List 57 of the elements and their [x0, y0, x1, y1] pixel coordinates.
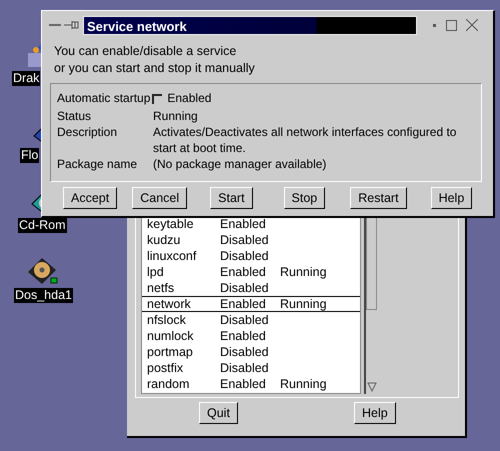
service-name[interactable]: postfix	[147, 361, 220, 375]
dialog-button[interactable]: Start	[210, 187, 253, 209]
field-label: Package name	[57, 156, 138, 172]
table-cell: Running	[280, 377, 327, 391]
dialog-button[interactable]: Accept	[63, 187, 118, 209]
maximize-icon[interactable]	[446, 20, 457, 30]
field-label: Description	[57, 124, 118, 141]
table-cell: Running	[280, 265, 327, 279]
table-cell-text: Disabled	[220, 313, 270, 327]
table-cell-text: Disabled	[220, 249, 270, 263]
table-cell-text: Enabled	[220, 265, 267, 279]
window-title: Service network	[83, 16, 417, 34]
dialog-button[interactable]: Stop	[284, 187, 326, 209]
table-cell-text: Enabled	[220, 217, 267, 231]
field-value: (No package manager available)	[153, 156, 328, 172]
table-cell-text: Enabled	[220, 329, 267, 343]
dialog-button[interactable]: Cancel	[132, 187, 188, 209]
dialog-button[interactable]: Restart	[350, 187, 407, 209]
table-cell-text: Disabled	[220, 345, 270, 359]
scroll-down-icon[interactable]	[367, 382, 377, 392]
field-value: Running	[153, 108, 199, 124]
table-cell-text: Disabled	[220, 233, 270, 247]
hard-disk-icon[interactable]	[26, 256, 60, 286]
table-cell-text: Enabled	[220, 377, 267, 391]
field-value: Activates/Deactivates all network interfaces configured to start at boot time.	[153, 124, 458, 156]
service-name[interactable]: portmap	[147, 345, 220, 359]
close-icon[interactable]	[466, 19, 478, 31]
service-name[interactable]: kudzu	[147, 233, 220, 247]
minimize-icon[interactable]	[49, 23, 61, 27]
service-name[interactable]: netfs	[147, 281, 220, 295]
intro-text: or you can start and stop it manually	[54, 60, 256, 77]
service-name[interactable]: keytable	[147, 217, 220, 231]
icon-label[interactable]: Drak	[12, 71, 40, 86]
dialog-button[interactable]: Help	[354, 402, 396, 424]
field-label: Automatic startup	[57, 90, 150, 106]
field-label: Status	[57, 108, 92, 124]
icon-label[interactable]: Cd-Rom	[18, 218, 67, 233]
selected-row[interactable]: network Enabled Running	[142, 296, 360, 312]
service-name[interactable]: random	[147, 377, 220, 391]
dialog-button[interactable]: Help	[430, 187, 472, 209]
dialog-button[interactable]: Quit	[199, 402, 238, 424]
icon-label[interactable]: Flo	[20, 148, 40, 163]
service-name[interactable]: nfslock	[147, 313, 220, 327]
service-name[interactable]: numlock	[147, 329, 220, 343]
table-cell: Running	[280, 297, 327, 311]
service-name[interactable]: lpd	[147, 265, 220, 279]
service-name[interactable]: linuxconf	[147, 249, 220, 263]
table-cell-text: Disabled	[220, 281, 270, 295]
pin-icon[interactable]	[64, 20, 80, 30]
checkbox-label: Enabled	[167, 90, 212, 106]
intro-text: You can enable/disable a service	[54, 43, 238, 60]
icon-label[interactable]: Dos_hda1	[14, 288, 73, 303]
service-name[interactable]: network	[147, 297, 220, 311]
checkbox[interactable]	[152, 94, 162, 104]
table-cell-text: Disabled	[220, 361, 270, 375]
table-cell-text: Enabled	[220, 297, 267, 311]
shade-icon[interactable]	[433, 24, 436, 26]
